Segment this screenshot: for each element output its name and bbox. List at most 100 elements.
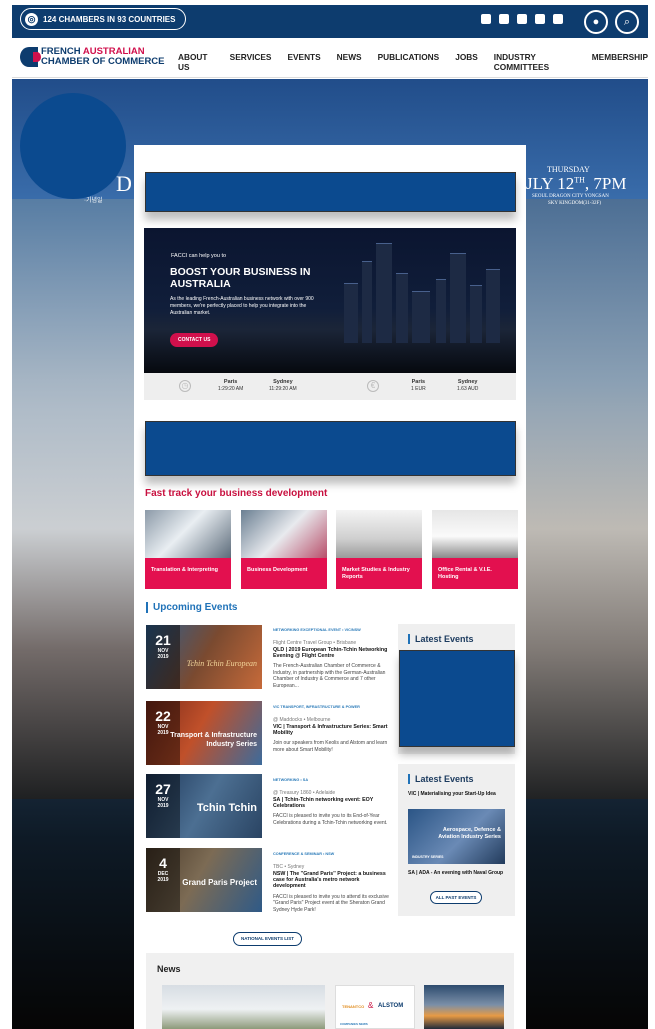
latest-event-link[interactable]: VIC | Materialising your Start-Up Idea — [408, 791, 508, 797]
twitter-icon[interactable] — [535, 14, 545, 24]
service-tile-office-rental[interactable]: Office Rental & V.I.E. Hosting — [432, 510, 518, 589]
facci-logo-icon — [20, 47, 41, 67]
event-day: 27 — [155, 781, 171, 797]
clock-time: 1:29:20 AM — [218, 386, 244, 392]
event-location: @ Maddocks • Melbourne — [273, 716, 331, 723]
event-title[interactable]: SA | Tchin-Tchin networking event: EOY C… — [273, 797, 393, 809]
instagram-icon[interactable] — [481, 14, 491, 24]
skyline-building — [396, 273, 408, 343]
event-category[interactable]: NETWORKING • SA — [273, 777, 393, 784]
national-events-list-button[interactable]: NATIONAL EVENTS LIST — [233, 932, 302, 946]
nav-industry-committees[interactable]: INDUSTRY COMMITTEES — [494, 52, 576, 72]
service-tile-label: Market Studies & Industry Reports — [336, 558, 422, 589]
boost-description: As the leading French-Australian busines… — [170, 296, 314, 316]
nav-jobs[interactable]: JOBS — [455, 52, 478, 72]
top-bar: ◎ 124 CHAMBERS IN 93 COUNTRIES ● ⌕ — [12, 5, 648, 38]
event-card-image[interactable]: 4 DEC 2019 Grand Paris Project — [146, 848, 262, 912]
skyline-building — [486, 269, 500, 343]
event-card-image[interactable]: 21 NOV 2019 Tchin Tchin European — [146, 625, 262, 689]
globe-icon: ◎ — [25, 12, 38, 26]
nav-publications[interactable]: PUBLICATIONS — [378, 52, 440, 72]
alstom-logo: ALSTOM — [378, 1003, 404, 1009]
tenantco-logo: TENANTCO — [342, 1004, 365, 1009]
site-logo[interactable]: FRENCH AUSTRALIAN CHAMBER OF COMMERCE — [20, 47, 165, 67]
latest-event-image[interactable]: Aerospace, Defence & Aviation Industry S… — [408, 809, 505, 864]
search-icon[interactable]: ⌕ — [615, 10, 639, 34]
event-details: NETWORKING EXCEPTIONAL EVENT • VIC/NSW F… — [273, 627, 393, 689]
event-category[interactable]: VIC TRANSPORT, INFRASTRUCTURE & POWER — [273, 704, 393, 711]
nav-about-us[interactable]: ABOUT US — [178, 52, 214, 72]
event-title[interactable]: VIC | Transport & Infrastructure Series:… — [273, 724, 393, 736]
main-navigation: FRENCH AUSTRALIAN CHAMBER OF COMMERCE AB… — [12, 38, 648, 78]
skyline-building — [436, 279, 446, 343]
all-past-events-button[interactable]: ALL PAST EVENTS — [430, 891, 482, 904]
event-day: 4 — [159, 855, 167, 871]
service-tile-image — [241, 510, 327, 558]
youtube-icon[interactable] — [553, 14, 563, 24]
euro-icon: € — [367, 380, 379, 392]
service-tile-image — [336, 510, 422, 558]
event-image-title: Grand Paris Project — [182, 878, 257, 887]
event-title[interactable]: QLD | 2019 European Tchin-Tchin Networki… — [273, 647, 393, 659]
middle-ad-banner[interactable] — [145, 421, 516, 476]
news-heading: News — [157, 964, 181, 974]
social-links — [481, 14, 563, 24]
hero-date-sup: TH — [574, 175, 585, 185]
clock-paris: Paris 1:29:20 AM — [218, 379, 243, 393]
contact-us-button[interactable]: CONTACT US — [170, 333, 219, 347]
hero-left-text: D — [116, 171, 132, 196]
service-tile-label: Office Rental & V.I.E. Hosting — [432, 558, 518, 589]
news-card-image[interactable] — [162, 985, 325, 1029]
event-details: NETWORKING • SA @ Treasury 1860 • Adelai… — [273, 777, 393, 826]
skyline-building — [450, 253, 466, 343]
top-ad-banner[interactable] — [145, 172, 516, 212]
event-description: FACCI is pleased to invite you to attend… — [273, 893, 389, 913]
user-icon[interactable]: ● — [584, 10, 608, 34]
skyline-building — [344, 283, 358, 343]
service-tile-market-studies[interactable]: Market Studies & Industry Reports — [336, 510, 422, 589]
world-clock-bar: ◷ Paris 1:29:20 AM Sydney 11:29:20 AM € Pa… — [144, 373, 516, 400]
news-card-image[interactable]: TENANTCO & ALSTOM COMPANIES NEWS — [335, 985, 415, 1029]
currency-paris: Paris 1 EUR — [411, 379, 426, 393]
event-title[interactable]: NSW | The ''Grand Paris'' Project: a bus… — [273, 871, 393, 890]
clock-sydney: Sydney 11:29:20 AM — [269, 379, 297, 393]
nav-services[interactable]: SERVICES — [230, 52, 272, 72]
skyline-building — [470, 285, 482, 343]
event-day: 22 — [155, 708, 171, 724]
news-card-image[interactable] — [424, 985, 504, 1029]
currency-value: 1.63 AUD — [457, 386, 479, 392]
facebook-icon[interactable] — [517, 14, 527, 24]
boost-business-banner: FACCI can help you to BOOST YOUR BUSINES… — [144, 228, 516, 373]
latest-events-heading: Latest Events — [408, 634, 515, 644]
event-category[interactable]: NETWORKING EXCEPTIONAL EVENT • VIC/NSW — [273, 627, 393, 634]
event-location: Flight Centre Travel Group • Brisbane — [273, 639, 357, 646]
event-category[interactable]: CONFERENCE & SEMINAR • NSW — [273, 851, 393, 858]
event-image-title: Tchin Tchin European — [186, 659, 257, 668]
latest-event-image-title: Aerospace, Defence & Aviation Industry S… — [438, 827, 501, 840]
nav-events[interactable]: EVENTS — [287, 52, 320, 72]
service-tile-label: Business Development — [241, 558, 327, 589]
latest-event-link[interactable]: SA | ADA - An evening with Naval Group — [408, 870, 508, 876]
latest-events-panel-2: Latest Events VIC | Materialising your S… — [398, 764, 515, 916]
boost-intro: FACCI can help you to — [171, 253, 227, 259]
event-card-image[interactable]: 27 NOV 2019 Tchin Tchin — [146, 774, 262, 838]
chambers-link[interactable]: ◎ 124 CHAMBERS IN 93 COUNTRIES — [20, 8, 187, 30]
sidebar-ad-banner[interactable] — [399, 650, 515, 747]
service-tile-translation[interactable]: Translation & Interpreting — [145, 510, 231, 589]
nav-membership[interactable]: MEMBERSHIP — [592, 52, 648, 72]
clock-city: Sydney — [273, 379, 293, 385]
clock-city: Paris — [223, 379, 238, 385]
linkedin-icon[interactable] — [499, 14, 509, 24]
service-tile-image — [145, 510, 231, 558]
event-day: 21 — [155, 632, 171, 648]
skyline-building — [362, 261, 372, 343]
nav-news[interactable]: NEWS — [337, 52, 362, 72]
event-card-image[interactable]: 22 NOV 2019 Transport & Infrastructure Ind… — [146, 701, 262, 765]
skyline-building — [376, 243, 392, 343]
service-tile-business-development[interactable]: Business Development — [241, 510, 327, 589]
event-location: TBC • Sydney — [273, 863, 305, 870]
chambers-label: 124 CHAMBERS IN 93 COUNTRIES — [43, 14, 176, 24]
latest-events-heading: Latest Events — [408, 774, 515, 784]
hero-right-scene — [523, 199, 648, 799]
hero-date: JLY 12TH, 7PM — [526, 174, 626, 194]
